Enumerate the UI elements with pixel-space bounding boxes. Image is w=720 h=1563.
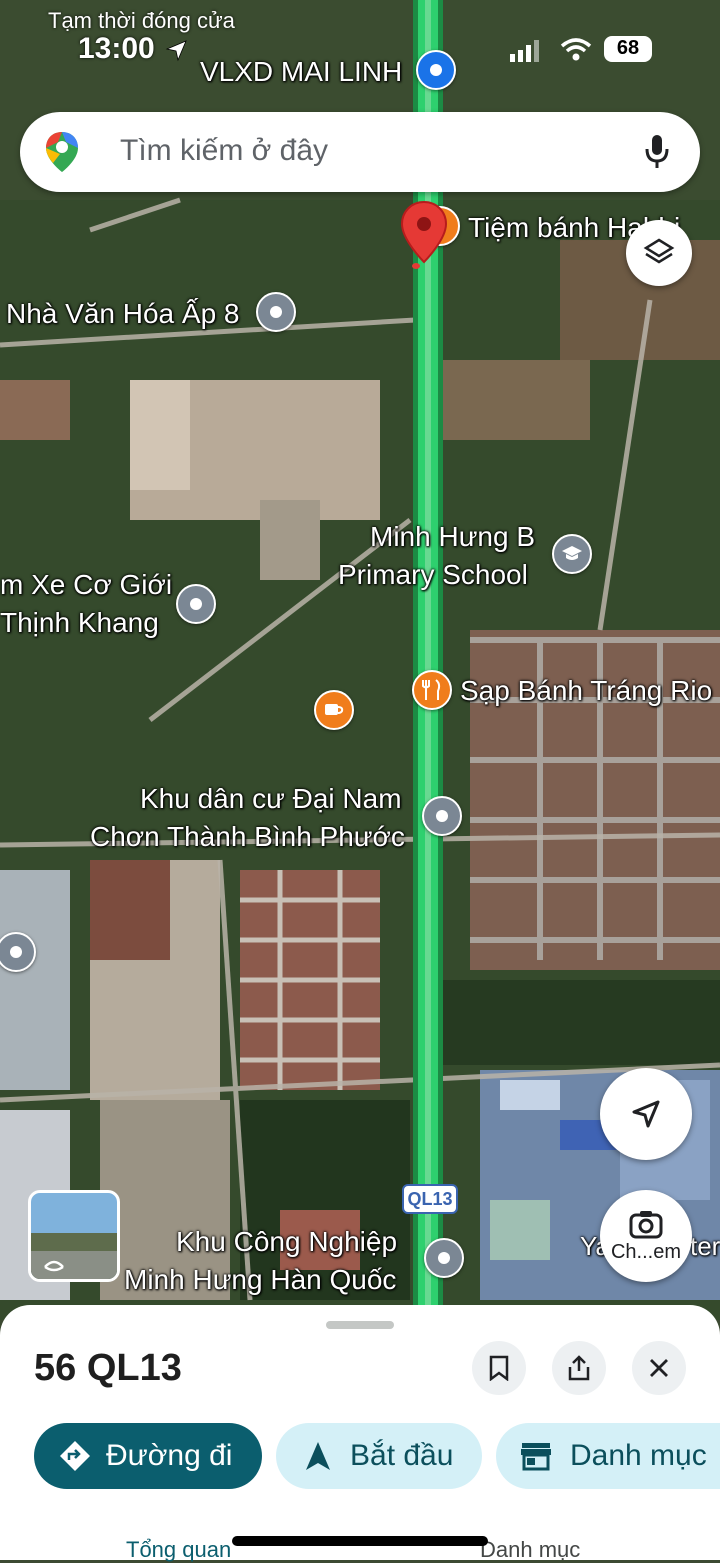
tab-catalog[interactable]: Danh mục xyxy=(480,1537,580,1563)
search-placeholder[interactable]: Tìm kiếm ở đây xyxy=(120,134,328,168)
navigation-start-icon xyxy=(306,1442,330,1470)
map-label-xe-line2[interactable]: Thịnh Khang xyxy=(0,607,159,639)
place-pin-icon-5[interactable] xyxy=(424,1238,464,1278)
place-pin-icon-2[interactable] xyxy=(176,584,216,624)
shopping-bag-pin-icon[interactable] xyxy=(416,50,456,90)
layers-button[interactable] xyxy=(626,220,692,286)
start-button[interactable]: Bắt đầu xyxy=(276,1423,482,1489)
place-pin-icon-3[interactable] xyxy=(422,796,462,836)
search-bar[interactable]: Tìm kiếm ở đây xyxy=(20,112,700,192)
map-label-school-line2[interactable]: Primary School xyxy=(338,559,528,591)
wifi-icon xyxy=(560,38,592,61)
bookmark-icon xyxy=(489,1355,509,1381)
directions-icon xyxy=(60,1441,90,1471)
home-indicator[interactable] xyxy=(232,1536,488,1546)
cafe-pin-icon[interactable] xyxy=(314,690,354,730)
map-label-sap-banh[interactable]: Sạp Bánh Tráng Rio xyxy=(460,675,712,707)
school-pin-icon[interactable] xyxy=(552,534,592,574)
map-label-school-line1[interactable]: Minh Hưng B xyxy=(370,521,535,553)
tab-overview[interactable]: Tổng quan xyxy=(126,1537,231,1563)
lens-label: Ch...em xyxy=(610,1240,682,1263)
microphone-icon[interactable] xyxy=(644,134,670,170)
share-button[interactable] xyxy=(552,1341,606,1395)
street-view-thumbnail[interactable] xyxy=(28,1190,120,1282)
battery-level: 68 xyxy=(616,37,640,59)
layers-icon xyxy=(643,238,675,264)
map-label-khu-cn-line1[interactable]: Khu Công Nghiệp xyxy=(176,1226,397,1258)
clock: 13:00 xyxy=(78,32,155,65)
place-title: 56 QL13 xyxy=(34,1347,182,1389)
location-arrow-icon xyxy=(165,40,187,62)
drag-handle[interactable] xyxy=(326,1321,394,1329)
close-button[interactable] xyxy=(632,1341,686,1395)
start-label: Bắt đầu xyxy=(350,1439,454,1472)
place-pin-icon[interactable] xyxy=(256,292,296,332)
battery-icon: 68 xyxy=(604,36,652,62)
place-bottom-sheet[interactable]: 56 QL13 Đường đi Bắt đầu Danh mục Tổng q… xyxy=(0,1305,720,1563)
navigation-arrow-icon xyxy=(632,1100,660,1128)
map-label-vlxd[interactable]: VLXD MAI LINH xyxy=(200,56,402,88)
directions-label: Đường đi xyxy=(106,1439,233,1472)
closed-notice: Tạm thời đóng cửa xyxy=(48,8,235,33)
map-label-khu-dan-cu-line1[interactable]: Khu dân cư Đại Nam xyxy=(140,783,402,815)
map-label-right-edge-2[interactable]: ter xyxy=(690,1230,720,1262)
google-maps-logo-icon xyxy=(46,132,78,172)
road-shield-ql13: QL13 xyxy=(402,1184,458,1214)
my-location-button[interactable] xyxy=(600,1068,692,1160)
directions-button[interactable]: Đường đi xyxy=(34,1423,262,1489)
map-label-xe-line1[interactable]: m Xe Cơ Giới xyxy=(0,569,172,601)
save-button[interactable] xyxy=(472,1341,526,1395)
street-view-rotate-icon xyxy=(44,1260,64,1272)
close-icon xyxy=(650,1359,668,1377)
signal-icon xyxy=(510,40,539,62)
restaurant-pin-icon[interactable] xyxy=(412,670,452,710)
share-icon xyxy=(568,1355,590,1381)
map-label-khu-dan-cu-line2[interactable]: Chơn Thành Bình Phước xyxy=(90,821,405,853)
catalog-label: Danh mục xyxy=(570,1439,707,1472)
catalog-button[interactable]: Danh mục xyxy=(496,1423,720,1489)
store-icon xyxy=(521,1443,551,1471)
map-label-khu-cn-line2[interactable]: Minh Hưng Hàn Quốc xyxy=(124,1264,396,1296)
selected-location-pin-icon[interactable] xyxy=(400,200,448,272)
lens-button[interactable]: Ch...em xyxy=(600,1190,692,1282)
camera-lens-icon xyxy=(629,1210,663,1238)
map-label-nha-van-hoa[interactable]: Nhà Văn Hóa Ấp 8 xyxy=(6,298,240,330)
